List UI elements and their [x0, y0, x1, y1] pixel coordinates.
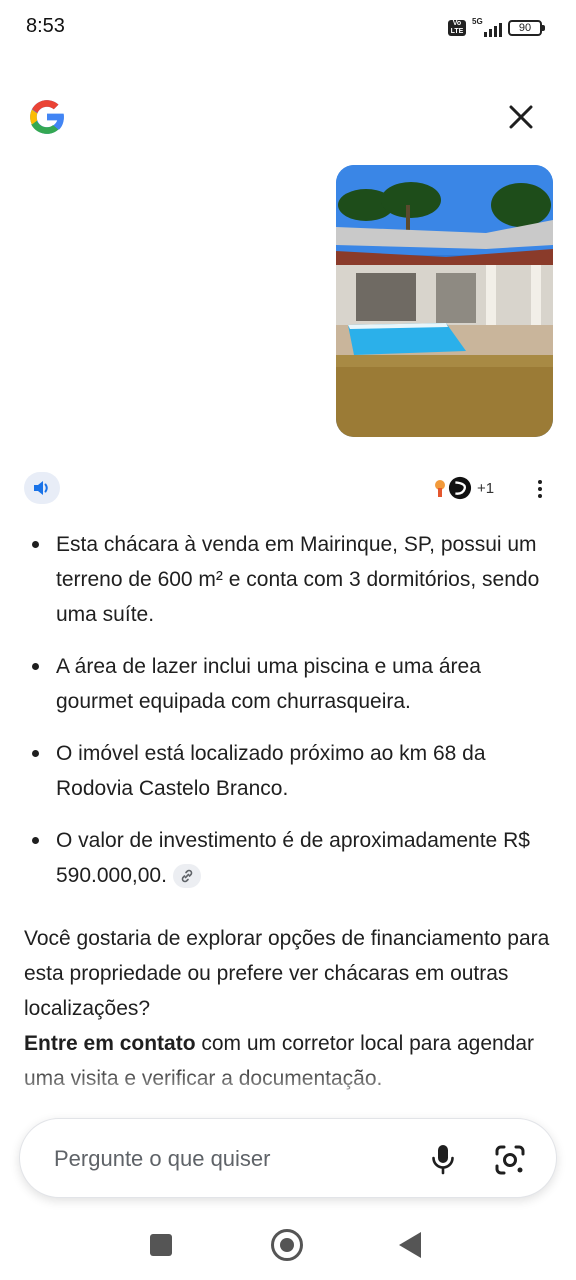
back-button[interactable] — [399, 1232, 421, 1258]
signal-icon: 5G — [472, 17, 502, 37]
list-item: A área de lazer inclui uma piscina e uma… — [24, 649, 544, 719]
close-button[interactable] — [502, 98, 540, 136]
network-type: 5G — [472, 17, 483, 26]
answer-bullets: Esta chácara à venda em Mairinque, SP, p… — [24, 527, 544, 910]
sources-more-count: +1 — [477, 479, 495, 497]
follow-up-question: Você gostaria de explorar opções de fina… — [24, 927, 550, 1020]
list-item: O valor de investimento é de aproximadam… — [24, 823, 544, 893]
ask-input[interactable] — [54, 1143, 394, 1175]
status-bar: 8:53 Vo LTE 5G 90 — [0, 0, 576, 56]
status-time: 8:53 — [26, 15, 65, 37]
link-icon — [181, 870, 193, 883]
ask-input-bar — [19, 1118, 557, 1198]
list-item: O imóvel está localizado próximo ao km 6… — [24, 736, 544, 806]
sources-chip[interactable]: +1 — [426, 472, 494, 504]
volte-icon: Vo LTE — [448, 20, 466, 36]
speaker-icon — [34, 481, 48, 495]
cta-bold-text: Entre em contato — [24, 1032, 196, 1055]
google-lens-button[interactable] — [491, 1141, 529, 1179]
uploaded-image[interactable] — [336, 165, 553, 437]
lens-camera-icon — [495, 1145, 525, 1175]
microphone-icon — [432, 1145, 454, 1175]
close-icon — [509, 105, 533, 129]
status-icons: Vo LTE 5G 90 — [448, 17, 545, 38]
list-item: Esta chácara à venda em Mairinque, SP, p… — [24, 527, 544, 632]
source-link-button[interactable] — [172, 864, 201, 889]
home-button[interactable] — [271, 1229, 303, 1261]
voice-search-button[interactable] — [425, 1141, 461, 1177]
listen-button[interactable] — [24, 472, 60, 504]
recents-button[interactable] — [150, 1234, 172, 1256]
battery-icon: 90 — [508, 20, 545, 36]
source-avatar-icon — [446, 474, 474, 502]
google-g-icon — [25, 95, 69, 139]
more-options-button[interactable] — [528, 474, 552, 504]
system-nav-bar — [0, 1210, 576, 1280]
scroll-fade — [0, 1064, 576, 1108]
more-vertical-icon — [538, 480, 542, 484]
